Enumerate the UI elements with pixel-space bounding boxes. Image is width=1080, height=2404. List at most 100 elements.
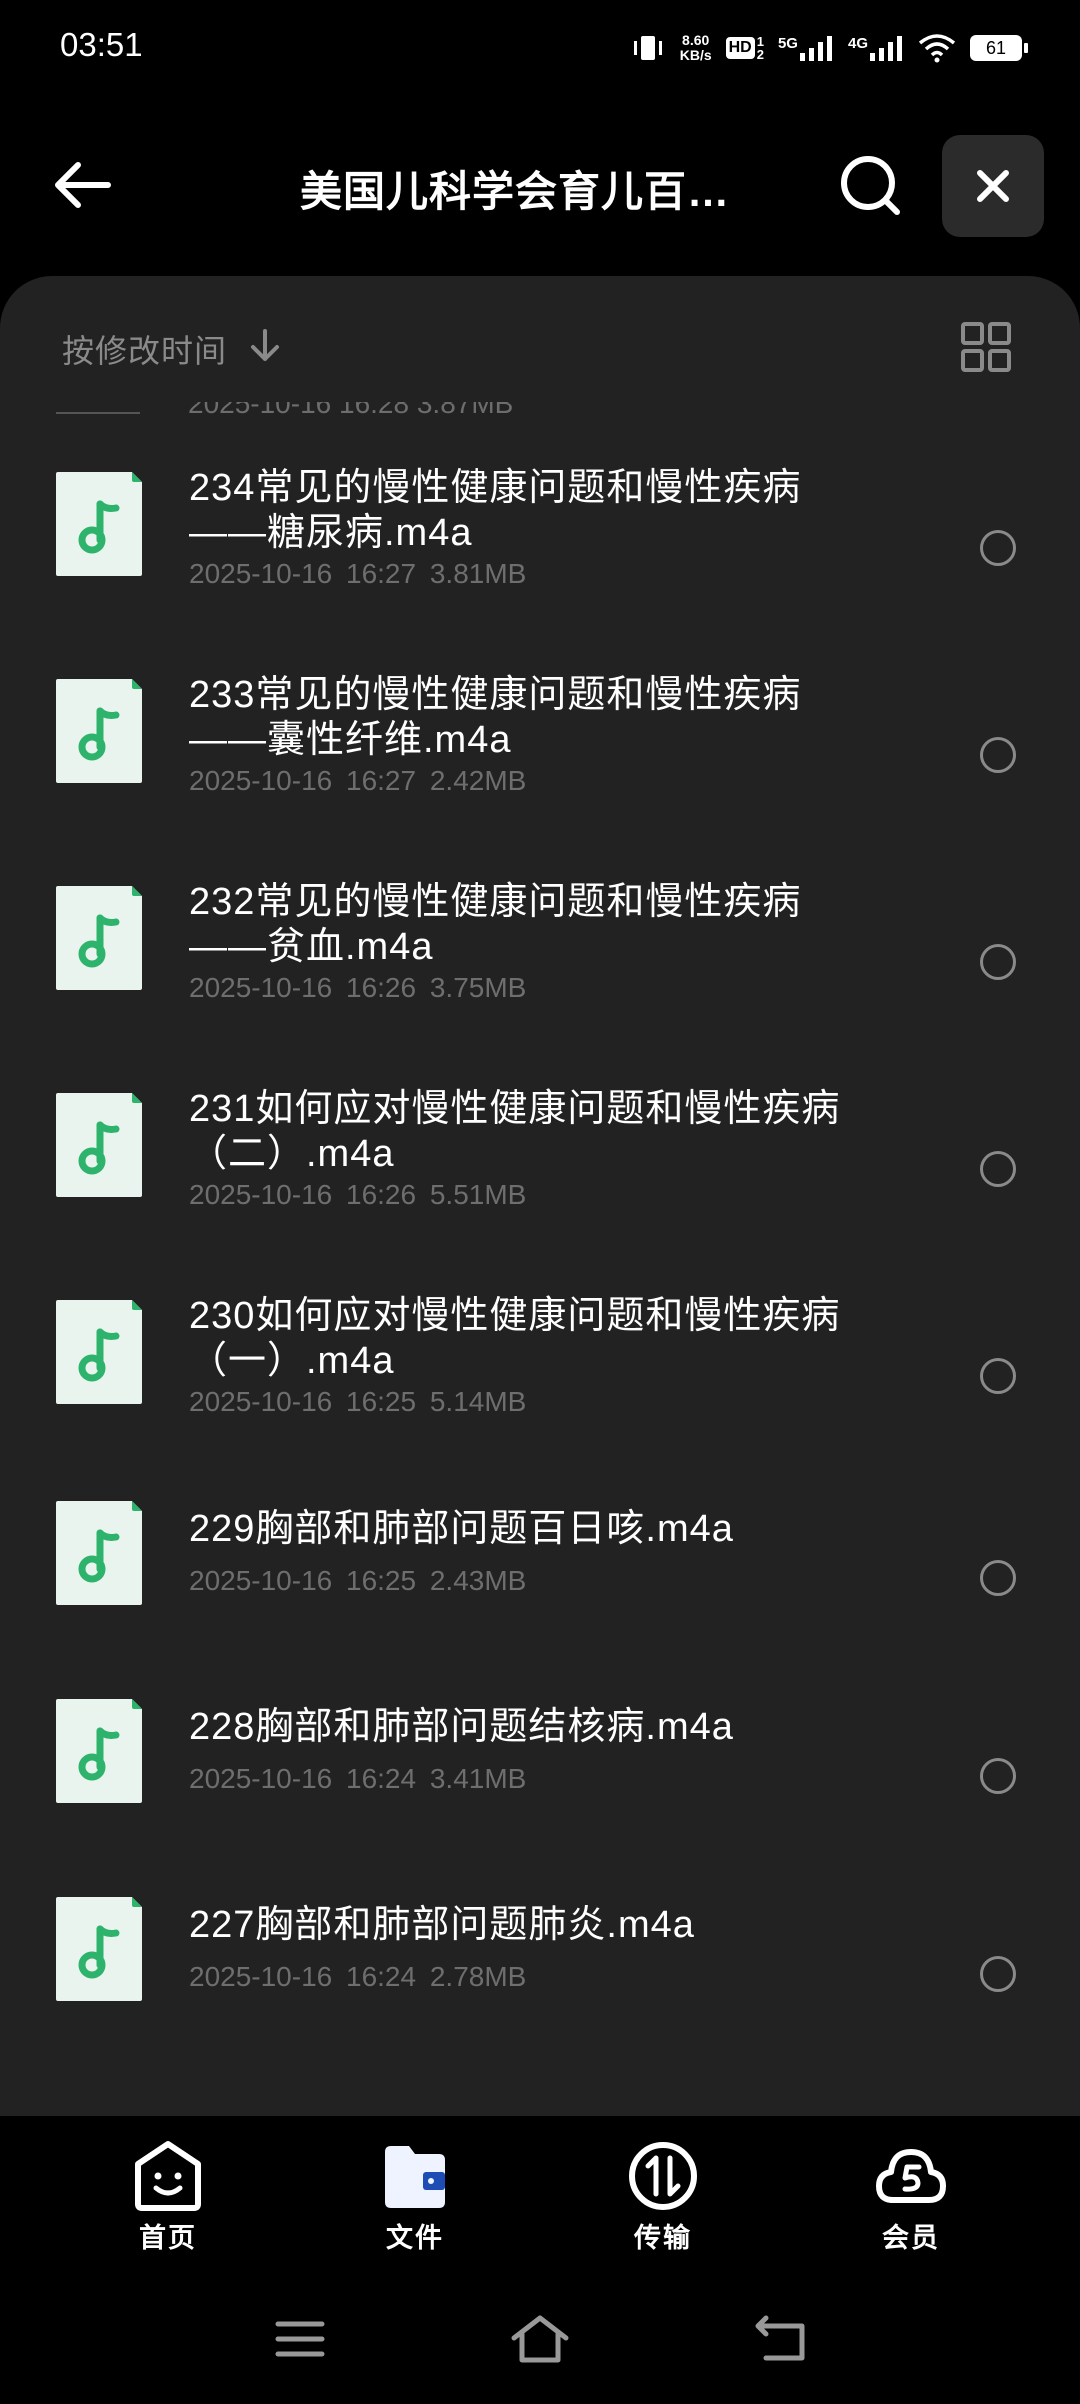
divider [56, 412, 140, 414]
select-radio[interactable] [980, 943, 1016, 980]
select-radio[interactable] [980, 1357, 1016, 1394]
folder-icon [385, 2146, 445, 2208]
select-radio[interactable] [980, 736, 1016, 773]
audio-file-icon [56, 1501, 142, 1605]
nav-transfer[interactable]: 传输 [603, 2140, 723, 2260]
audio-file-icon [56, 1699, 142, 1803]
audio-file-icon [56, 886, 142, 990]
signal-bars-icon [870, 36, 902, 61]
file-name: 230如何应对慢性健康问题和慢性疾病（一）.m4a [189, 1295, 841, 1382]
net-speed: 8.60 KB/s [680, 33, 712, 63]
status-bar: 03:51 8.60 KB/s HD 12 5G 4G 61 [0, 0, 1080, 92]
vip-cloud-icon [876, 2149, 946, 2203]
file-size: 5.14MB [429, 1386, 527, 1417]
battery-icon: 61 [970, 35, 1028, 61]
file-name: 228胸部和肺部问题结核病.m4a [189, 1706, 734, 1748]
file-name: 232常见的慢性健康问题和慢性疾病——贫血.m4a [189, 881, 802, 968]
list-item[interactable]: 228胸部和肺部问题结核病.m4a 2025-10-16 16:24 3.41MB [0, 1677, 1080, 1875]
screen: 03:51 8.60 KB/s HD 12 5G 4G 61 美国儿科学会育儿百… [0, 0, 1080, 2404]
file-meta: 2025-10-16 16:25 2.43MB [189, 1565, 526, 1597]
file-name: 229胸部和肺部问题百日咳.m4a [189, 1508, 734, 1550]
signal-4g: 4G [848, 35, 904, 61]
arrow-down-icon[interactable] [248, 328, 282, 364]
hd-icon: HD 12 [725, 34, 764, 62]
status-icons: 8.60 KB/s HD 12 5G 4G 61 [630, 28, 1028, 68]
select-radio[interactable] [980, 1560, 1016, 1596]
file-size: 2.78MB [429, 1961, 527, 1992]
page-title: 美国儿科学会育儿百… [300, 168, 731, 215]
select-radio[interactable] [980, 1956, 1016, 1992]
select-radio[interactable] [980, 1758, 1016, 1794]
signal-bars-icon [799, 36, 832, 61]
file-size: 3.81MB [429, 558, 527, 589]
list-item[interactable]: 233常见的慢性健康问题和慢性疾病——囊性纤维.m4a 2025-10-16 16… [0, 651, 1080, 858]
menu-icon[interactable] [270, 2314, 330, 2364]
sort-button[interactable]: 按修改时间 [62, 326, 227, 372]
file-meta: 2025-10-16 16:25 5.14MB [189, 1386, 526, 1418]
nav-files[interactable]: 文件 [355, 2140, 475, 2260]
nav-home-label: 首页 [139, 2223, 197, 2253]
nav-vip[interactable]: 会员 [851, 2140, 971, 2260]
file-list-panel: 按修改时间 2025-10-16 16:28 3.87MB 234常见的慢性健康… [0, 276, 1080, 2116]
file-date: 2025-10-16 16:26 [189, 972, 417, 1003]
audio-file-icon [56, 1093, 142, 1197]
file-meta: 2025-10-16 16:27 3.81MB [189, 558, 526, 590]
list-item[interactable]: 234常见的慢性健康问题和慢性疾病——糖尿病.m4a 2025-10-16 16:… [0, 444, 1080, 651]
file-size: 2.43MB [429, 1565, 527, 1596]
list-item-partial[interactable]: 2025-10-16 16:28 3.87MB [0, 402, 1080, 422]
list-item[interactable]: 231如何应对慢性健康问题和慢性疾病（二）.m4a 2025-10-16 16:2… [0, 1065, 1080, 1272]
vibrate-icon [633, 36, 662, 60]
file-meta: 2025-10-16 16:28 3.87MB [188, 402, 514, 419]
audio-file-icon [56, 679, 142, 783]
file-meta: 2025-10-16 16:26 3.75MB [189, 972, 526, 1004]
file-size: 5.51MB [429, 1179, 527, 1210]
list-item[interactable]: 227胸部和肺部问题肺炎.m4a 2025-10-16 16:24 2.78MB [0, 1875, 1080, 2073]
hd-label: HD [725, 37, 755, 59]
audio-file-icon [56, 1300, 142, 1404]
nav-home[interactable]: 首页 [108, 2140, 228, 2260]
net-speed-value: 8.60 [682, 32, 710, 48]
file-date: 2025-10-16 16:24 [189, 1763, 417, 1794]
back-button[interactable] [42, 145, 122, 225]
file-name: 234常见的慢性健康问题和慢性疾病——糖尿病.m4a [189, 467, 802, 554]
home-icon[interactable] [510, 2314, 570, 2364]
file-size: 3.41MB [429, 1763, 527, 1794]
audio-file-icon [56, 1897, 142, 2001]
nav-files-label: 文件 [386, 2223, 444, 2253]
file-name: 233常见的慢性健康问题和慢性疾病——囊性纤维.m4a [189, 674, 802, 761]
select-radio[interactable] [980, 1150, 1016, 1187]
file-meta: 2025-10-16 16:24 3.41MB [189, 1763, 526, 1795]
file-size: 3.75MB [429, 972, 527, 1003]
search-button[interactable] [830, 145, 912, 227]
file-meta: 2025-10-16 16:26 5.51MB [189, 1179, 526, 1211]
file-name: 227胸部和肺部问题肺炎.m4a [189, 1904, 695, 1946]
file-size: 2.42MB [429, 765, 527, 796]
grid-view-icon[interactable] [960, 321, 1012, 373]
transfer-icon [629, 2142, 697, 2210]
file-date: 2025-10-16 16:26 [189, 1179, 417, 1210]
home-face-icon [135, 2141, 201, 2211]
sim-slot-icon: 12 [756, 34, 764, 62]
close-button[interactable] [942, 135, 1044, 237]
audio-file-icon [56, 472, 142, 576]
list-item[interactable]: 230如何应对慢性健康问题和慢性疾病（一）.m4a 2025-10-16 16:2… [0, 1272, 1080, 1479]
list-item[interactable]: 232常见的慢性健康问题和慢性疾病——贫血.m4a 2025-10-16 16:2… [0, 858, 1080, 1065]
search-icon [841, 156, 900, 215]
nav-vip-label: 会员 [882, 2223, 940, 2253]
net-speed-unit: KB/s [679, 47, 712, 63]
signal-5g: 5G [778, 35, 834, 61]
sim1-label: 5G [777, 35, 798, 52]
list-item[interactable]: 229胸部和肺部问题百日咳.m4a 2025-10-16 16:25 2.43MB [0, 1479, 1080, 1677]
wifi-icon [918, 34, 956, 63]
nav-transfer-label: 传输 [634, 2223, 692, 2253]
file-meta: 2025-10-16 16:24 2.78MB [189, 1961, 526, 1993]
close-icon [977, 170, 1009, 202]
bottom-nav: 首页 文件 传输 会员 [0, 2116, 1080, 2266]
file-date: 2025-10-16 16:25 [189, 1386, 417, 1417]
file-name: 231如何应对慢性健康问题和慢性疾病（二）.m4a [189, 1088, 841, 1175]
file-meta: 2025-10-16 16:27 2.42MB [189, 765, 526, 797]
system-nav [0, 2266, 1080, 2404]
back-nav-icon[interactable] [752, 2314, 812, 2364]
select-radio[interactable] [980, 529, 1016, 566]
header: 美国儿科学会育儿百… [0, 120, 1080, 250]
